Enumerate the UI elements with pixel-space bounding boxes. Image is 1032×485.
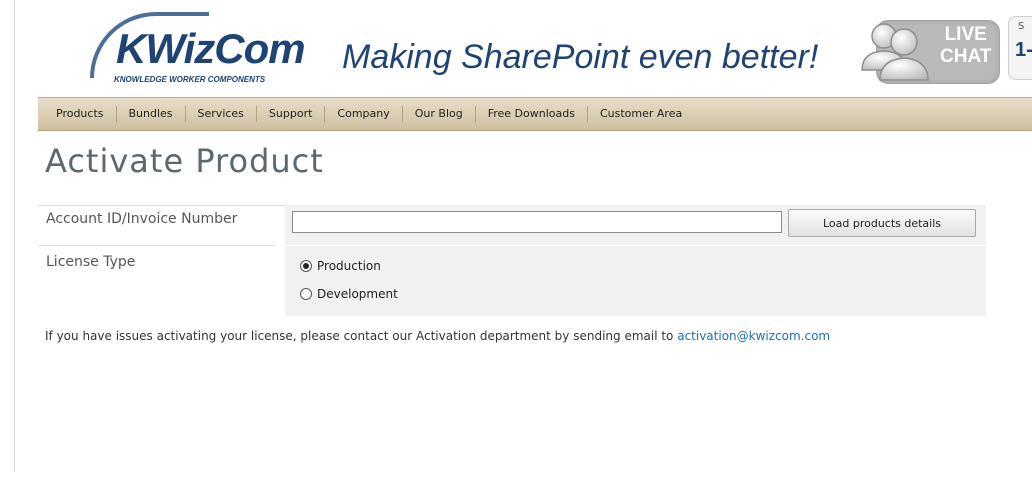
load-products-details-button[interactable]: Load products details (788, 209, 976, 237)
phone-prefix: S (1018, 21, 1025, 32)
help-message: If you have issues activating your licen… (45, 329, 678, 343)
tagline: Making SharePoint even better! (342, 38, 819, 76)
nav-item-support[interactable]: Support (257, 106, 326, 122)
account-id-input[interactable] (292, 211, 782, 233)
left-border-line (14, 0, 15, 472)
logo-subtitle: KNOWLEDGE WORKER COMPONENTS (114, 75, 266, 84)
license-option-production[interactable]: Production (300, 259, 381, 273)
account-id-label: Account ID/Invoice Number (46, 211, 238, 227)
form-row-separator (285, 245, 986, 246)
phone-box: S 1- (1008, 16, 1032, 80)
kwizcom-logo[interactable]: KWizCom KNOWLEDGE WORKER COMPONENTS (80, 8, 306, 90)
nav-item-free-downloads[interactable]: Free Downloads (476, 106, 588, 122)
nav-item-products[interactable]: Products (46, 106, 117, 122)
logo-wordmark: KWizCom (116, 25, 306, 72)
license-option-label: Development (317, 287, 398, 301)
activation-email-link[interactable]: activation@kwizcom.com (677, 329, 830, 343)
radio-unchecked-icon[interactable] (300, 288, 312, 300)
page-title: Activate Product (45, 142, 324, 180)
phone-number: 1- (1015, 39, 1032, 61)
nav-item-services[interactable]: Services (186, 106, 257, 122)
license-option-label: Production (317, 259, 381, 273)
label-separator (38, 245, 276, 246)
activation-help-text: If you have issues activating your licen… (45, 329, 830, 343)
live-chat-button[interactable]: LIVE CHAT (854, 16, 1009, 86)
license-option-development[interactable]: Development (300, 287, 398, 301)
nav-item-bundles[interactable]: Bundles (117, 106, 186, 122)
live-chat-label: LIVE CHAT (940, 24, 992, 67)
live-chat-people-icon (861, 23, 929, 81)
nav-item-our-blog[interactable]: Our Blog (403, 106, 476, 122)
radio-checked-icon[interactable] (300, 260, 312, 272)
main-nav-bar: Products Bundles Services Support Compan… (38, 97, 1032, 131)
nav-item-customer-area[interactable]: Customer Area (588, 106, 694, 122)
nav-item-company[interactable]: Company (325, 106, 403, 122)
license-type-label: License Type (46, 254, 136, 270)
